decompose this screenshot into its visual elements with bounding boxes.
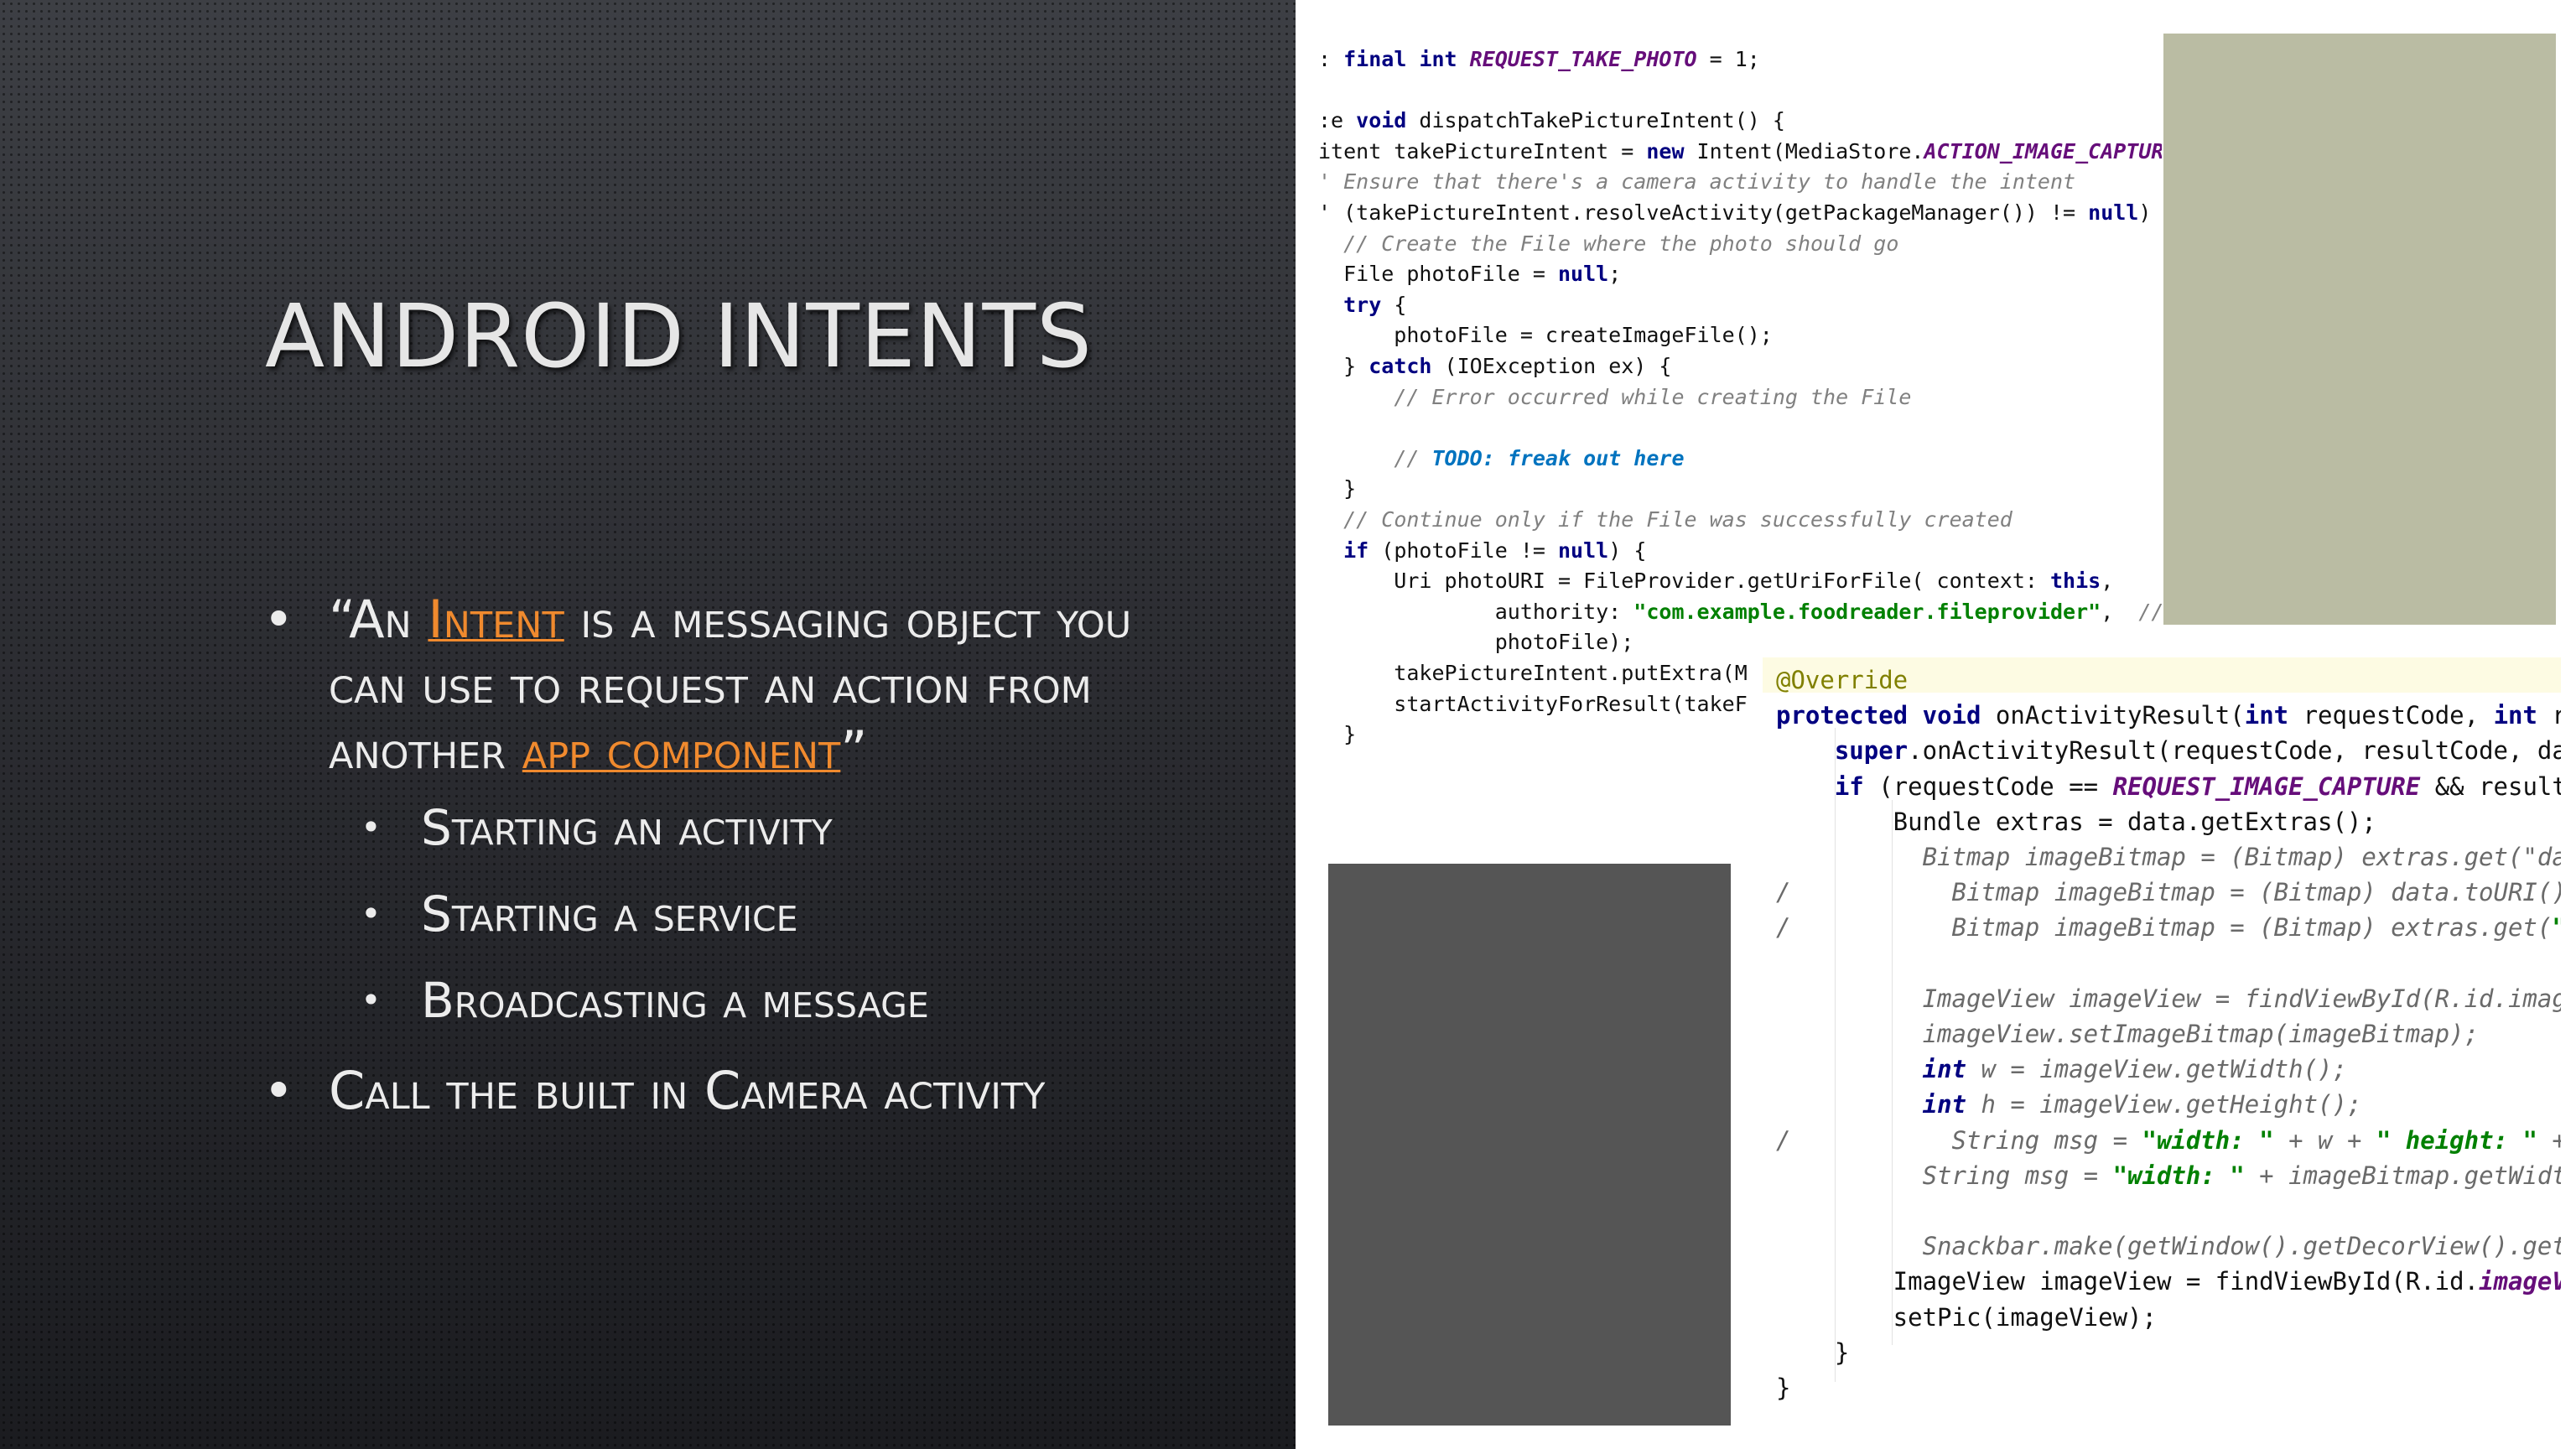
code-line: @Override bbox=[1776, 666, 1909, 694]
code-line: Bitmap imageBitmap = (Bitmap) extras.get… bbox=[1776, 843, 2561, 871]
code-screenshot-dispatch-intent: : final int REQUEST_TAKE_PHOTO = 1; :e vo… bbox=[1315, 34, 2162, 763]
code-line: } catch (IOException ex) { bbox=[1318, 354, 1672, 378]
definition-text-1: is a messaging object you bbox=[564, 589, 1132, 650]
code-line: :e void dispatchTakePictureIntent() { bbox=[1318, 108, 1785, 133]
code-line: if (requestCode == REQUEST_IMAGE_CAPTURE… bbox=[1834, 771, 2561, 801]
definition-text-3: another bbox=[329, 719, 522, 781]
code-line: / String msg = "width: " + w + " height:… bbox=[1776, 1125, 2561, 1155]
bullet-intent-line-2: can use to request an action from bbox=[329, 652, 1092, 718]
bullet-dot: • bbox=[263, 1060, 294, 1121]
definition-text-2: can use to request an action from bbox=[329, 654, 1092, 715]
code-line: takePictureIntent.putExtra(M bbox=[1318, 661, 1748, 685]
image-placeholder-khaki bbox=[2163, 34, 2556, 625]
code-line: Snackbar.make(getWindow().getDecorView()… bbox=[1776, 1232, 2561, 1261]
camera-activity-text: Call the built in Camera activity bbox=[329, 1060, 1046, 1121]
code-line: ' Ensure that there's a camera activity … bbox=[1318, 169, 2076, 195]
code-line: imageView.setImageBitmap(imageBitmap); bbox=[1776, 1020, 2480, 1048]
code-screenshot-activity-result: @Override protected void onActivityResult… bbox=[1763, 657, 2561, 1420]
code-line: ' (takePictureIntent.resolveActivity(get… bbox=[1318, 200, 2152, 225]
subbullet-service: • Starting a service bbox=[361, 885, 798, 943]
code-line: try { bbox=[1343, 292, 1407, 317]
code-line: // Error occurred while creating the Fil… bbox=[1394, 384, 1912, 409]
quote-open-text: “An bbox=[329, 589, 428, 650]
code-line: if (photoFile != null) { bbox=[1343, 538, 1647, 563]
subbullet-service-text: Starting a service bbox=[421, 886, 798, 943]
subbullet-broadcast-text: Broadcasting a message bbox=[421, 972, 929, 1029]
intent-link[interactable]: Intent bbox=[428, 589, 564, 650]
bullet-dot: • bbox=[361, 893, 382, 934]
code-line: } bbox=[1776, 1374, 1791, 1402]
code-line: Bundle extras = data.getExtras(); bbox=[1776, 807, 2376, 836]
slide-panel: ANDROID INTENTS • “An Intent is a messag… bbox=[0, 0, 1296, 1449]
bullet-camera-activity: • Call the built in Camera activity bbox=[263, 1058, 1046, 1124]
bullet-dot: • bbox=[263, 589, 294, 650]
app-component-link[interactable]: app component bbox=[522, 719, 841, 781]
code-line: File photoFile = null; bbox=[1318, 262, 1622, 287]
code-line: String msg = "width: " + imageBitmap.get… bbox=[1776, 1161, 2561, 1190]
bullet-intent-line-3: another app component” bbox=[329, 718, 867, 783]
code-line: : final int REQUEST_TAKE_PHOTO = 1; bbox=[1318, 47, 1760, 71]
code-line: ImageView imageView = findViewById(R.id.… bbox=[1776, 984, 2561, 1013]
code-line: protected void onActivityResult(int requ… bbox=[1776, 701, 2561, 730]
code-line: } bbox=[1318, 476, 1357, 501]
bullet-intent-definition: • “An Intent is a messaging object you bbox=[263, 587, 1132, 652]
subbullet-broadcast: • Broadcasting a message bbox=[361, 971, 929, 1030]
code-line: ImageView imageView = findViewById(R.id.… bbox=[1776, 1267, 2561, 1296]
code-line: photoFile); bbox=[1318, 630, 1634, 655]
slide-title: ANDROID INTENTS bbox=[265, 285, 1093, 387]
bullet-dot: • bbox=[361, 807, 382, 848]
code-line: int w = imageView.getWidth(); bbox=[1922, 1055, 2347, 1084]
code-line: itent takePictureIntent = new Intent(Med… bbox=[1318, 138, 2162, 164]
code-line: // TODO: freak out here bbox=[1394, 445, 1685, 470]
code-line: photoFile = createImageFile(); bbox=[1318, 323, 1773, 348]
subbullet-activity-text: Starting an activity bbox=[421, 799, 833, 856]
code-line: // Continue only if the File was success… bbox=[1343, 507, 2012, 532]
code-line: } bbox=[1318, 722, 1357, 747]
code-line: int h = imageView.getHeight(); bbox=[1922, 1090, 2362, 1119]
image-placeholder-gray bbox=[1328, 864, 1731, 1426]
subbullet-activity: • Starting an activity bbox=[361, 798, 833, 857]
code-line: setPic(imageView); bbox=[1776, 1302, 2157, 1332]
code-line: } bbox=[1776, 1337, 1850, 1367]
code-line: / Bitmap imageBitmap = (Bitmap) data.toU… bbox=[1776, 878, 2561, 907]
code-line: / Bitmap imageBitmap = (Bitmap) extras.g… bbox=[1776, 913, 2561, 943]
code-line: // Create the File where the photo shoul… bbox=[1343, 231, 1899, 256]
bullet-dot: • bbox=[361, 979, 382, 1021]
code-line: Uri photoURI = FileProvider.getUriForFil… bbox=[1318, 569, 2114, 594]
quote-close-text: ” bbox=[840, 719, 868, 781]
code-line: startActivityForResult(takeF bbox=[1318, 691, 1748, 716]
code-line: super.onActivityResult(requestCode, resu… bbox=[1834, 736, 2561, 766]
code-line: authority: "com.example.foodreader.filep… bbox=[1318, 599, 2162, 624]
